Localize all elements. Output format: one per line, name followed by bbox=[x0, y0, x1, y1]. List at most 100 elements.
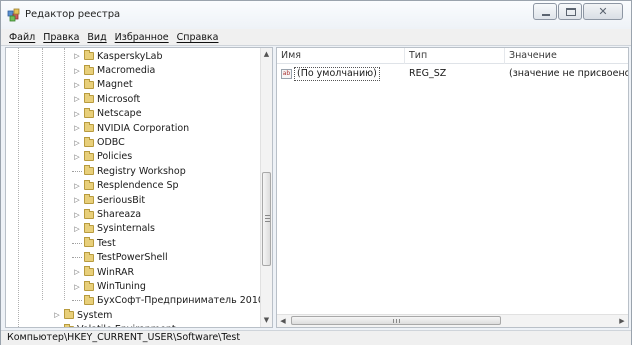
tree-item[interactable]: ▷ Sysinternals bbox=[72, 222, 155, 236]
scroll-up-icon[interactable]: ▲ bbox=[261, 48, 272, 60]
folder-icon bbox=[84, 208, 94, 219]
maximize-button[interactable] bbox=[558, 3, 582, 20]
tree-item-label: Netscape bbox=[97, 108, 142, 120]
tree-item[interactable]: ▷ Shareaza bbox=[72, 207, 141, 221]
menu-file[interactable]: Файл bbox=[5, 32, 39, 43]
expand-arrow-icon[interactable]: ▷ bbox=[72, 67, 82, 75]
tree-item[interactable]: БухСофт-Предприниматель 2010 bbox=[72, 294, 264, 308]
scroll-down-icon[interactable]: ▼ bbox=[261, 314, 272, 326]
expand-arrow-icon[interactable]: ▷ bbox=[72, 81, 82, 89]
folder-icon bbox=[84, 150, 94, 161]
expand-arrow-icon[interactable]: ▷ bbox=[72, 52, 82, 60]
expand-arrow-icon[interactable]: ▷ bbox=[72, 95, 82, 103]
folder-icon bbox=[84, 280, 94, 291]
expand-arrow-icon[interactable]: ▷ bbox=[72, 196, 82, 204]
expand-arrow-icon[interactable]: ▷ bbox=[72, 153, 82, 161]
tree-item-label: БухСофт-Предприниматель 2010 bbox=[97, 295, 264, 307]
folder-icon bbox=[84, 251, 94, 262]
tree-item[interactable]: ▷ KasperskyLab bbox=[72, 49, 163, 63]
tree-vertical-scrollbar[interactable]: ▲ ▼ bbox=[260, 48, 272, 327]
scroll-left-icon[interactable]: ◀ bbox=[277, 315, 289, 327]
tree-item-label: WinRAR bbox=[97, 266, 135, 278]
tree-item[interactable]: ▷ SeriousBit bbox=[72, 193, 145, 207]
folder-icon bbox=[84, 78, 94, 89]
menu-help[interactable]: Справка bbox=[173, 32, 223, 43]
column-header-name[interactable]: Имя bbox=[277, 48, 405, 64]
expand-arrow-icon[interactable]: ▷ bbox=[72, 225, 82, 233]
tree-item-label: Policies bbox=[97, 151, 133, 163]
tree-item[interactable]: ▷ Resplendence Sp bbox=[72, 179, 179, 193]
list-horizontal-scrollbar[interactable]: ◀ ▶ bbox=[277, 314, 628, 327]
tree-item[interactable]: Volatile Environment bbox=[52, 323, 176, 327]
expand-arrow-icon[interactable]: ▷ bbox=[72, 211, 82, 219]
tree-leaf-connector bbox=[72, 242, 82, 244]
tree-item[interactable]: ▷ Policies bbox=[72, 150, 132, 164]
folder-icon bbox=[84, 136, 94, 147]
tree-item[interactable]: Registry Workshop bbox=[72, 164, 186, 178]
scroll-right-icon[interactable]: ▶ bbox=[616, 315, 628, 327]
tree-item[interactable]: ▷ Microsoft bbox=[72, 92, 140, 106]
grip-line bbox=[265, 215, 270, 216]
expand-arrow-icon[interactable]: ▷ bbox=[52, 311, 62, 319]
menu-bar: Файл Правка Вид Избранное Справка bbox=[1, 29, 631, 46]
tree-item-label: KasperskyLab bbox=[97, 50, 163, 62]
tree-item-label: Microsoft bbox=[97, 93, 141, 105]
registry-tree-pane[interactable]: ▷ KasperskyLab ▷ Macromedia ▷ Magnet ▷ Microsof… bbox=[5, 47, 273, 328]
folder-icon bbox=[84, 165, 94, 176]
tree-item-label: Shareaza bbox=[97, 209, 142, 221]
menu-view[interactable]: Вид bbox=[83, 32, 110, 43]
grip-line bbox=[399, 319, 400, 323]
folder-icon bbox=[84, 93, 94, 104]
folder-icon bbox=[84, 266, 94, 277]
tree-item[interactable]: ▷ Macromedia bbox=[72, 63, 155, 77]
tree-item[interactable]: ▷ NVIDIA Corporation bbox=[72, 121, 189, 135]
tree-item[interactable]: TestPowerShell bbox=[72, 251, 168, 265]
tree-guide-line bbox=[64, 48, 65, 300]
title-bar[interactable]: Редактор реестра ✕ bbox=[1, 1, 631, 29]
tree-item-label: NVIDIA Corporation bbox=[97, 122, 190, 134]
maximize-icon bbox=[566, 8, 576, 16]
grip-line bbox=[393, 319, 394, 323]
expand-arrow-icon[interactable]: ▷ bbox=[72, 268, 82, 276]
tree-item[interactable]: Test bbox=[72, 236, 116, 250]
close-button[interactable]: ✕ bbox=[583, 3, 623, 20]
tree-scroll-thumb[interactable] bbox=[262, 172, 271, 266]
menu-edit[interactable]: Правка bbox=[39, 32, 83, 43]
grip-line bbox=[265, 221, 270, 222]
tree-guide-line bbox=[42, 48, 43, 300]
tree-leaf-connector bbox=[72, 300, 82, 302]
window-title: Редактор реестра bbox=[25, 9, 121, 20]
tree-item-label: Macromedia bbox=[97, 65, 156, 77]
tree-item[interactable]: ▷ Magnet bbox=[72, 78, 133, 92]
tree-item-label: Magnet bbox=[97, 79, 133, 91]
tree-item[interactable]: ▷ System bbox=[52, 308, 112, 322]
menu-favorites[interactable]: Избранное bbox=[111, 32, 173, 43]
folder-icon bbox=[84, 294, 94, 305]
registry-editor-window: Редактор реестра ✕ Файл Правка Вид Избра… bbox=[0, 0, 632, 345]
column-header-value[interactable]: Значение bbox=[505, 48, 628, 64]
folder-icon bbox=[84, 222, 94, 233]
expand-arrow-icon[interactable]: ▷ bbox=[72, 139, 82, 147]
list-scroll-thumb[interactable] bbox=[291, 316, 501, 325]
values-list-pane[interactable]: Имя Тип Значение ab (По умолчанию) REG_S… bbox=[276, 47, 629, 328]
expand-arrow-icon[interactable]: ▷ bbox=[72, 110, 82, 118]
tree-item[interactable]: ▷ ODBC bbox=[72, 135, 125, 149]
tree-leaf-connector bbox=[72, 170, 82, 172]
column-header-type[interactable]: Тип bbox=[405, 48, 505, 64]
folder-icon bbox=[84, 122, 94, 133]
tree-item-label: TestPowerShell bbox=[97, 252, 168, 264]
expand-arrow-icon[interactable]: ▷ bbox=[72, 182, 82, 190]
minimize-button[interactable] bbox=[533, 3, 557, 20]
tree-item[interactable]: ▷ Netscape bbox=[72, 107, 142, 121]
value-name: (По умолчанию) bbox=[294, 67, 380, 81]
string-value-icon: ab bbox=[281, 69, 292, 79]
tree-item-label: ODBC bbox=[97, 137, 125, 149]
tree-item-label: Resplendence Sp bbox=[97, 180, 179, 192]
expand-arrow-icon[interactable]: ▷ bbox=[72, 283, 82, 291]
value-data: (значение не присвоено) bbox=[509, 68, 629, 79]
tree-item[interactable]: ▷ WinTuning bbox=[72, 279, 146, 293]
folder-icon bbox=[84, 194, 94, 205]
tree-item[interactable]: ▷ WinRAR bbox=[72, 265, 134, 279]
expand-arrow-icon[interactable]: ▷ bbox=[72, 124, 82, 132]
table-row[interactable]: ab (По умолчанию) REG_SZ (значение не пр… bbox=[277, 66, 628, 82]
